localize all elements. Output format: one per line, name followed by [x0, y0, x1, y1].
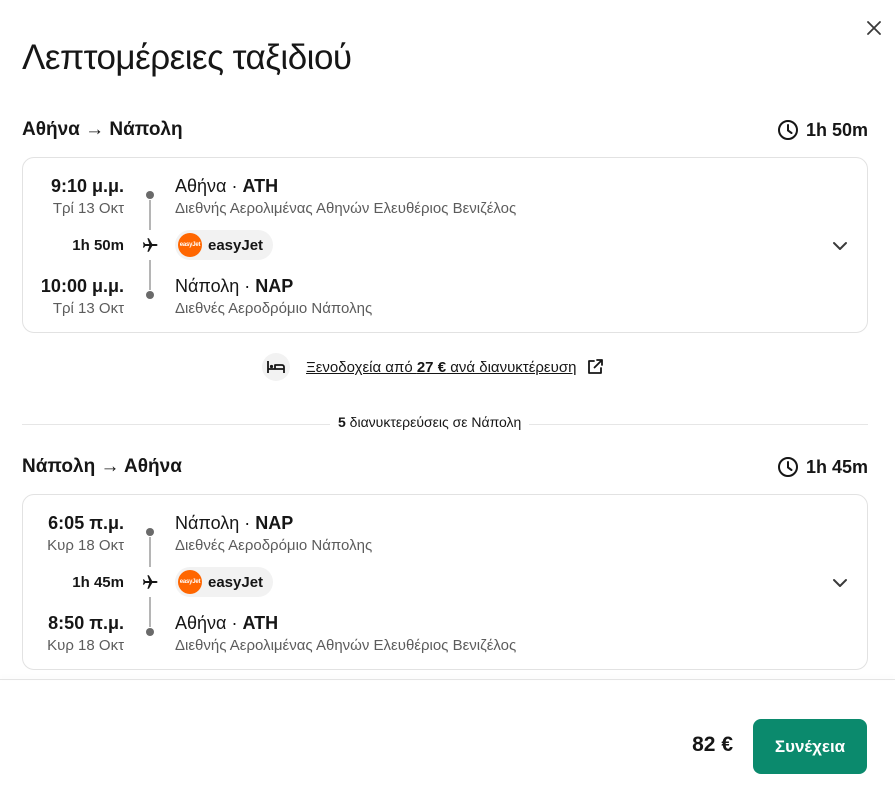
hotels-price: 27 €	[416, 358, 447, 376]
arrival-dot	[146, 628, 154, 636]
chevron-down-icon[interactable]	[831, 237, 849, 255]
arrival-airport: Διεθνές Αεροδρόμιο Νάπολης	[175, 300, 373, 317]
hotels-suffix: ανά διανυκτέρευση	[446, 358, 577, 376]
arrival-city: Νάπολη · NAP	[175, 276, 294, 296]
stay-text: διανυκτερεύσεις σε Νάπολη	[345, 414, 522, 430]
timeline-line	[149, 597, 151, 627]
city-name: Αθήνα	[175, 613, 227, 633]
close-button[interactable]	[862, 16, 886, 40]
flight-card-outbound[interactable]: 9:10 μ.μ. Τρί 13 Οκτ 1h 50m 10:00 μ.μ. Τ…	[22, 157, 868, 333]
chevron-down-icon[interactable]	[831, 574, 849, 592]
leg-duration-text: 1h 50m	[805, 119, 868, 140]
plane-icon	[142, 238, 158, 252]
departure-city: Αθήνα · ATH	[175, 176, 279, 196]
hotels-link[interactable]: Ξενοδοχεία από 27 € ανά διανυκτέρευση	[306, 359, 576, 376]
arrival-date: Κυρ 18 Οκτ	[47, 637, 124, 654]
airline-badge: easyJet easyJet	[175, 567, 274, 597]
departure-time: 9:10 μ.μ.	[50, 176, 124, 196]
timeline-line	[149, 537, 151, 567]
departure-dot	[146, 528, 154, 536]
external-link-icon[interactable]	[586, 358, 604, 376]
footer-separator	[0, 679, 895, 680]
city-name: Αθήνα	[175, 176, 227, 196]
leg-route: Αθήνα → Νάπολη	[22, 119, 183, 140]
arrival-airport: Διεθνής Αερολιμένας Αθηνών Ελευθέριος Βε…	[175, 637, 517, 654]
stay-count: 5	[338, 414, 346, 430]
segment-duration: 1h 45m	[72, 574, 124, 591]
departure-dot	[146, 191, 154, 199]
leg-duration-text: 1h 45m	[805, 456, 868, 477]
airline-name: easyJet	[208, 573, 264, 591]
stay-nights: 5 διανυκτερεύσεις σε Νάπολη	[330, 414, 530, 430]
close-icon	[867, 21, 881, 35]
total-price: 82 €	[692, 733, 733, 756]
plane-icon	[142, 575, 158, 589]
airline-logo: easyJet	[178, 570, 202, 594]
segment-duration: 1h 50m	[72, 237, 124, 254]
bed-icon-container	[262, 353, 290, 381]
airport-code: NAP	[255, 513, 294, 533]
arrival-city: Αθήνα · ATH	[175, 613, 279, 633]
arrival-time: 10:00 μ.μ.	[40, 276, 124, 296]
airline-logo: easyJet	[178, 233, 202, 257]
arrival-date: Τρί 13 Οκτ	[52, 300, 124, 317]
arrival-time: 8:50 π.μ.	[48, 613, 124, 633]
airline-badge: easyJet easyJet	[175, 230, 274, 260]
departure-date: Κυρ 18 Οκτ	[47, 537, 124, 554]
continue-button[interactable]: Συνέχεια	[753, 719, 867, 774]
leg-header-outbound: Αθήνα → Νάπολη 1h 50m	[22, 117, 868, 143]
flight-card-return[interactable]: 6:05 π.μ. Κυρ 18 Οκτ 1h 45m 8:50 π.μ. Κυ…	[22, 494, 868, 670]
leg-header-return: Νάπολη → Αθήνα 1h 45m	[22, 454, 868, 480]
leg-duration: 1h 50m	[777, 119, 868, 141]
airport-code: ATH	[242, 613, 279, 633]
city-name: Νάπολη	[175, 513, 240, 533]
arrival-dot	[146, 291, 154, 299]
dialog-title: Λεπτομέρειες ταξιδιού	[22, 38, 352, 77]
city-name: Νάπολη	[175, 276, 240, 296]
departure-city: Νάπολη · NAP	[175, 513, 294, 533]
airport-code: NAP	[255, 276, 294, 296]
bed-icon	[267, 361, 285, 373]
clock-icon	[777, 120, 798, 140]
departure-airport: Διεθνές Αεροδρόμιο Νάπολης	[175, 537, 373, 554]
departure-date: Τρί 13 Οκτ	[52, 200, 124, 217]
hotels-prefix: Ξενοδοχεία από	[306, 358, 417, 376]
departure-time: 6:05 π.μ.	[48, 513, 124, 533]
airport-code: ATH	[242, 176, 279, 196]
airline-name: easyJet	[208, 236, 264, 254]
leg-duration: 1h 45m	[777, 456, 868, 478]
departure-airport: Διεθνής Αερολιμένας Αθηνών Ελευθέριος Βε…	[175, 200, 517, 217]
leg-route: Νάπολη → Αθήνα	[22, 456, 182, 477]
timeline-line	[149, 260, 151, 290]
timeline-line	[149, 200, 151, 230]
clock-icon	[777, 457, 798, 477]
hotels-row: Ξενοδοχεία από 27 € ανά διανυκτέρευση	[262, 353, 604, 381]
